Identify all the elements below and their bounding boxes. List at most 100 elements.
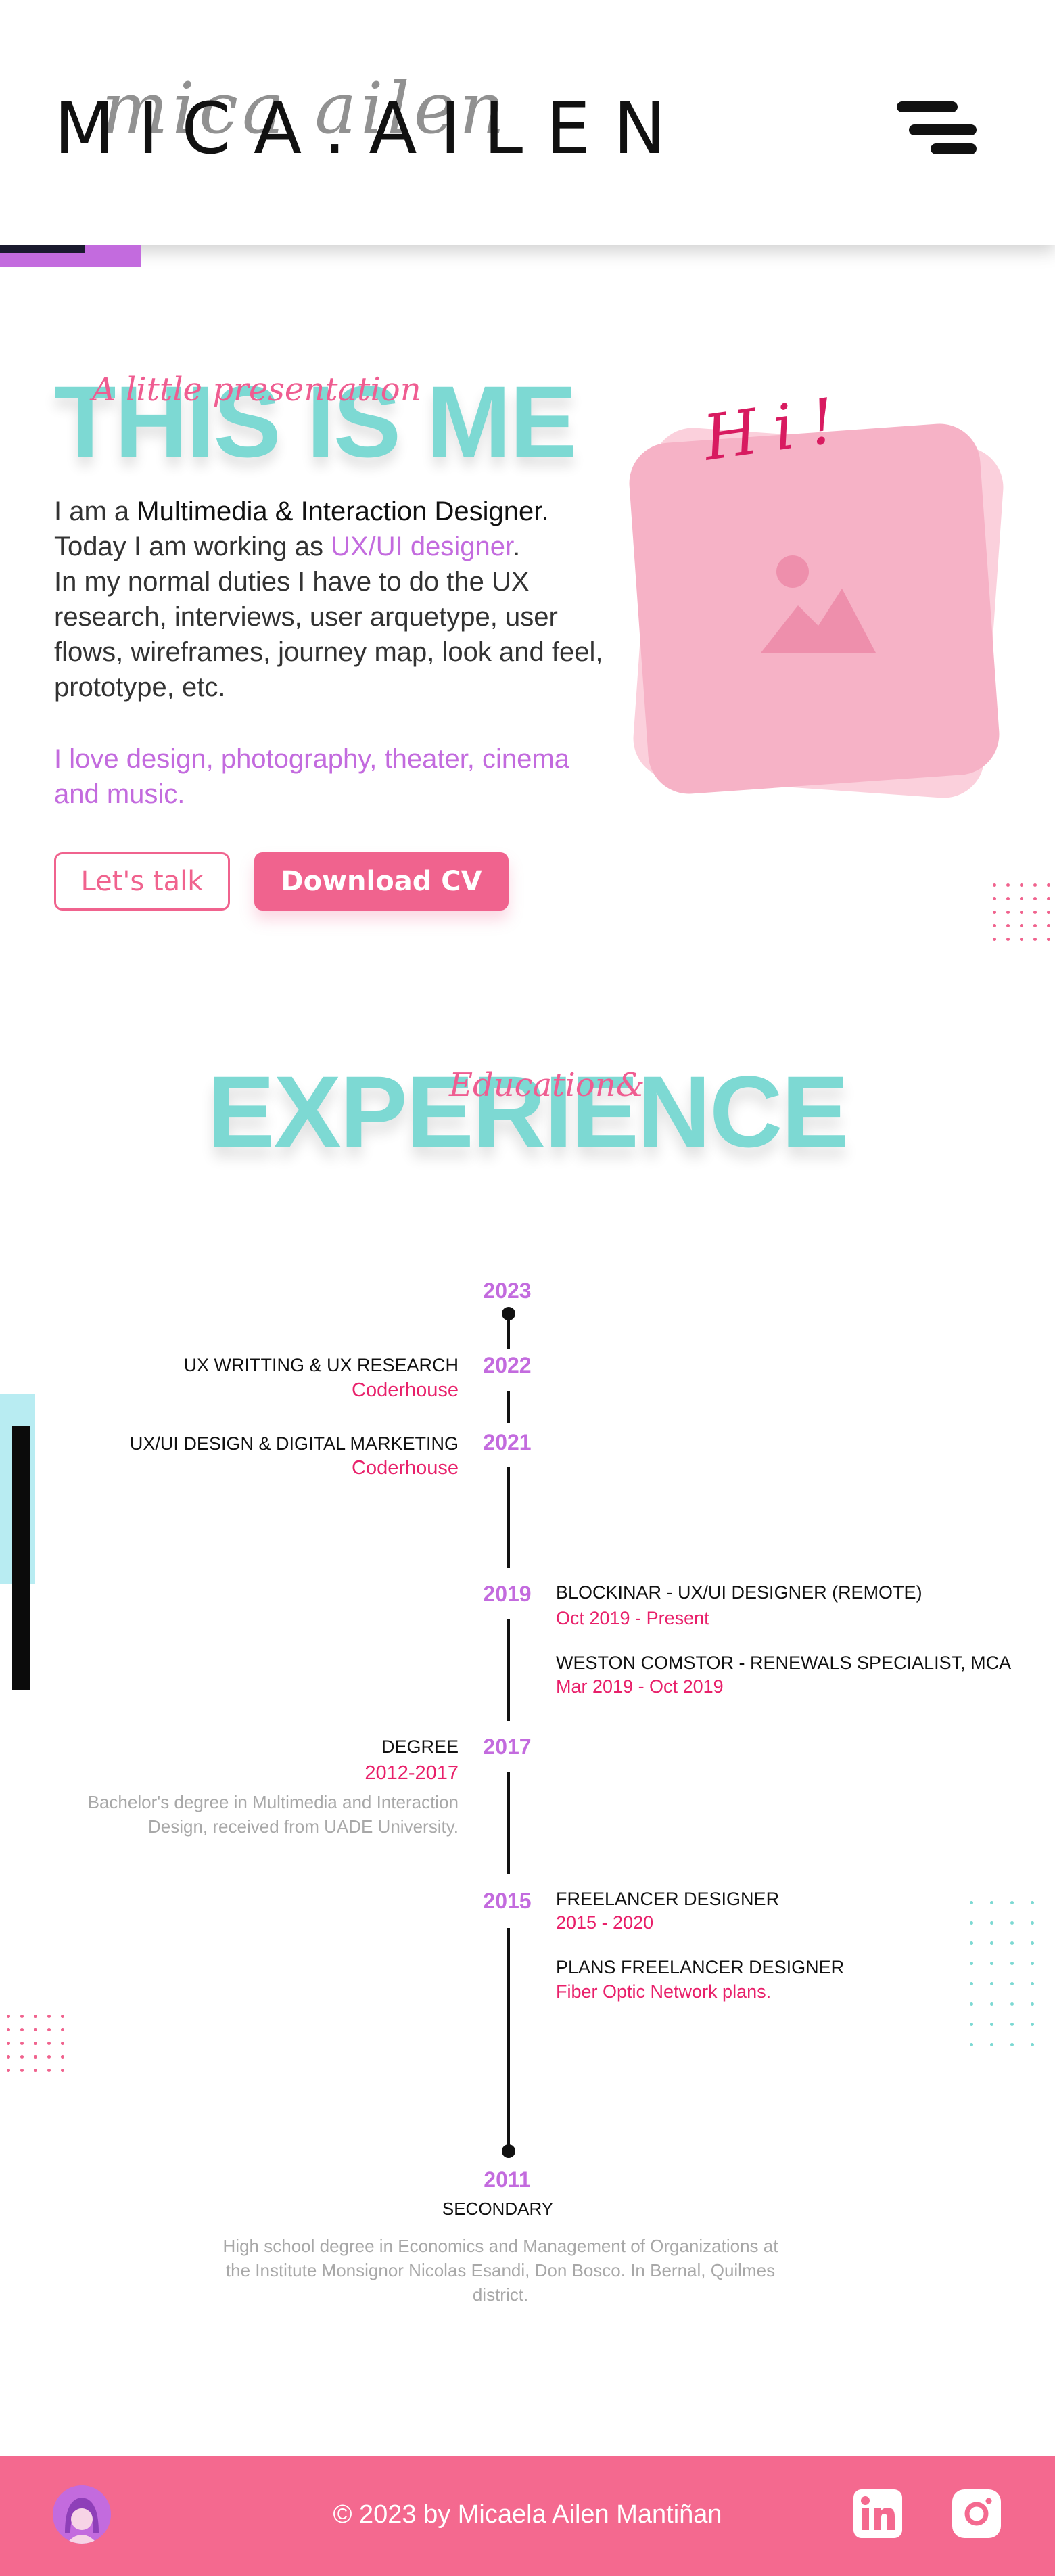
decor-dot: [1010, 1941, 1014, 1945]
year-2021: 2021: [483, 1430, 532, 1454]
decor-dot: [47, 2015, 51, 2018]
header-accent-bar: [85, 245, 141, 267]
decor-dot: [1031, 1901, 1034, 1904]
decor-dot: [1047, 938, 1050, 941]
degree-description: Bachelor's degree in Multimedia and Inte…: [87, 1792, 459, 1837]
menu-icon[interactable]: [893, 101, 977, 158]
decor-dot: [20, 2015, 24, 2018]
decor-dot: [990, 1941, 993, 1945]
timeline-line: [507, 1619, 510, 1721]
decor-dot: [1033, 938, 1037, 941]
decor-dot: [1031, 2002, 1034, 2006]
decor-dot: [993, 911, 996, 914]
decor-dot: [20, 2042, 24, 2045]
decor-dot: [970, 1982, 973, 1985]
decor-dot: [1020, 924, 1023, 927]
decor-dot: [990, 1982, 993, 1985]
decor-dot: [1010, 2043, 1014, 2046]
decor-dot: [34, 2042, 37, 2045]
about-interests: I love design, photography, theater, cin…: [54, 744, 569, 809]
freelancer-title: FREELANCER DESIGNER: [556, 1889, 780, 1909]
decor-dot: [993, 938, 996, 941]
decor-dot: [1031, 1982, 1034, 1985]
decor-dot: [970, 1901, 973, 1904]
year-2023: 2023: [483, 1279, 532, 1303]
lets-talk-button[interactable]: Let's talk: [54, 852, 230, 911]
ux-writting-school: Coderhouse: [352, 1379, 459, 1401]
year-2011: 2011: [484, 2167, 531, 2192]
dots-pattern-decor: [993, 883, 1055, 951]
secondary-title: SECONDARY: [442, 2199, 554, 2219]
decor-dot: [990, 2023, 993, 2026]
linkedin-icon[interactable]: [853, 2489, 902, 2538]
decor-dot: [47, 2042, 51, 2045]
decor-dot: [1006, 924, 1010, 927]
decor-dot: [1010, 1901, 1014, 1904]
decor-dot: [34, 2055, 37, 2058]
year-2019: 2019: [483, 1582, 532, 1606]
degree-title: DEGREE: [381, 1736, 459, 1757]
instagram-icon[interactable]: [952, 2489, 1001, 2538]
decor-dot: [1033, 897, 1037, 900]
decor-dot: [1020, 883, 1023, 887]
decor-dot: [7, 2015, 10, 2018]
decor-dot: [993, 883, 996, 887]
decor-dot: [1033, 924, 1037, 927]
header-accent-bar: [0, 245, 85, 253]
decor-dot: [47, 2069, 51, 2072]
decor-dot: [1010, 1982, 1014, 1985]
year-2017: 2017: [483, 1734, 532, 1759]
image-placeholder-icon: [761, 555, 876, 653]
decor-dot: [993, 897, 996, 900]
decor-dot: [61, 2042, 64, 2045]
timeline-line: [507, 1467, 510, 1568]
decor-dot: [7, 2055, 10, 2058]
decor-dot: [1010, 1921, 1014, 1925]
timeline-line: [507, 1391, 510, 1423]
decor-dot: [1010, 2002, 1014, 2006]
decor-dot: [1047, 924, 1050, 927]
intro-prefix: I am a: [54, 497, 137, 526]
download-cv-button[interactable]: Download CV: [254, 852, 509, 911]
decor-dot: [990, 2002, 993, 2006]
header-accent-bar: [0, 253, 85, 267]
decor-dot: [7, 2028, 10, 2031]
decor-dot: [1010, 2023, 1014, 2026]
decor-dot: [34, 2015, 37, 2018]
site-footer: © 2023 by Micaela Ailen Mantiñan: [0, 2456, 1055, 2576]
intro-role: Multimedia & Interaction Designer.: [137, 497, 549, 526]
decor-dot: [61, 2055, 64, 2058]
ux-writting-title: UX WRITTING & UX RESEARCH: [183, 1355, 459, 1375]
site-logo[interactable]: MICA.AILEN: [54, 93, 689, 164]
decor-dot: [1020, 897, 1023, 900]
decor-dot: [1047, 883, 1050, 887]
uxui-design-title: UX/UI DESIGN & DIGITAL MARKETING: [129, 1433, 459, 1454]
decor-dot: [970, 1941, 973, 1945]
timeline-dot: [502, 1307, 515, 1320]
timeline-line: [507, 1772, 510, 1874]
decor-dot: [1006, 911, 1010, 914]
decor-dot: [990, 2043, 993, 2046]
decor-dot: [1047, 911, 1050, 914]
decor-dot: [1033, 883, 1037, 887]
decor-dot: [1031, 1962, 1034, 1965]
decor-dot: [1031, 1941, 1034, 1945]
about-script-subtitle: A little presentation: [92, 371, 421, 409]
menu-line: [931, 143, 977, 154]
decor-dot: [970, 1921, 973, 1925]
decor-dot: [990, 1921, 993, 1925]
decor-dot: [61, 2015, 64, 2018]
degree-dates: 2012-2017: [365, 1762, 459, 1784]
decor-dot: [1033, 911, 1037, 914]
decor-dot: [20, 2069, 24, 2072]
menu-line: [909, 124, 977, 135]
menu-line: [897, 101, 958, 112]
decor-dot: [1031, 2023, 1034, 2026]
duties-text: In my normal duties I have to do the UX …: [54, 567, 603, 702]
decor-dot: [1010, 1962, 1014, 1965]
timeline-line: [507, 1928, 510, 2151]
decor-dot: [7, 2042, 10, 2045]
uxui-design-school: Coderhouse: [352, 1457, 459, 1479]
decor-dot: [1020, 911, 1023, 914]
working-suffix: .: [513, 532, 521, 561]
